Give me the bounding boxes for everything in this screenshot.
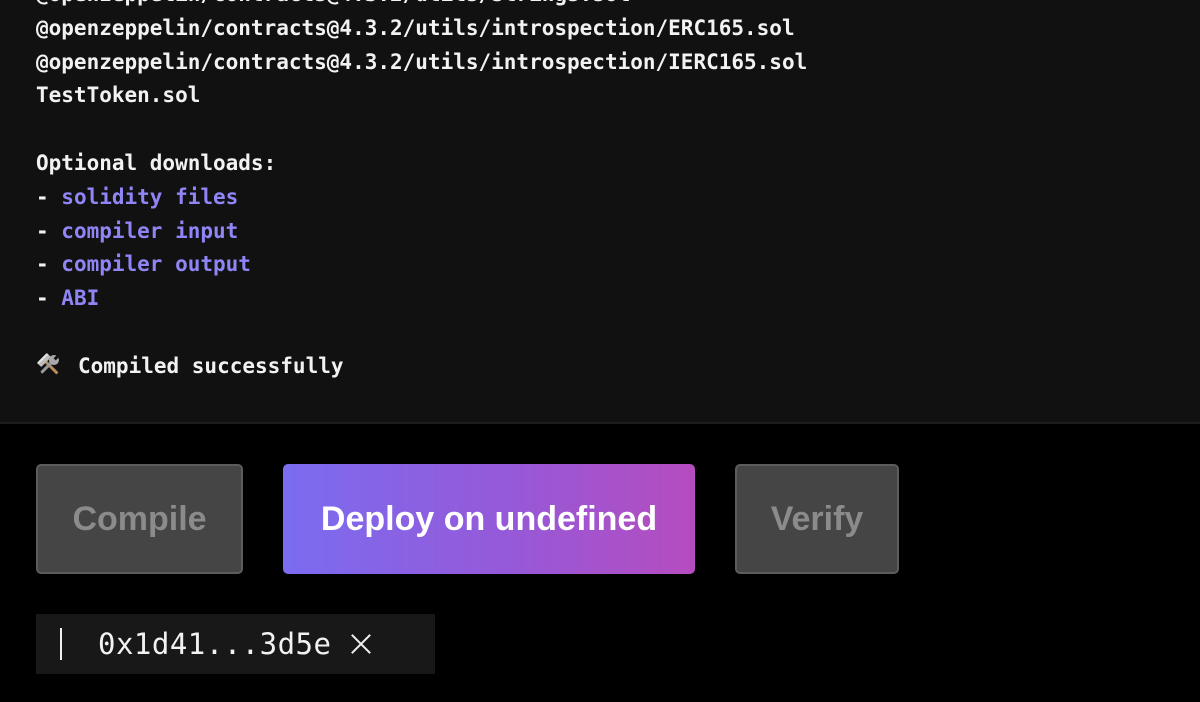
hammer-and-wrench-icon [36, 352, 62, 378]
verify-button[interactable]: Verify [735, 464, 899, 574]
list-bullet: - [36, 218, 62, 243]
download-item-compiler-output: - compiler output [36, 248, 807, 282]
console-output: @openzeppelin/contracts@4.3.2/utils/Stri… [0, 0, 1200, 424]
console-file-line: TestToken.sol [36, 83, 201, 108]
download-link-compiler-input[interactable]: compiler input [61, 219, 238, 243]
compile-status-line: Compiled successfully [36, 350, 807, 384]
deploy-button[interactable]: Deploy on undefined [283, 464, 695, 574]
list-bullet: - [36, 286, 62, 311]
compile-button[interactable]: Compile [36, 464, 243, 574]
download-link-solidity-files[interactable]: solidity files [61, 185, 238, 209]
download-item-solidity-files: - solidity files [36, 181, 807, 215]
console-file-line: @openzeppelin/contracts@4.3.2/utils/intr… [36, 49, 808, 74]
console-lines: @openzeppelin/contracts@4.3.2/utils/Stri… [36, 0, 807, 384]
deployed-address-chip: 0x1d41...3d5e [36, 614, 435, 674]
list-bullet: - [36, 184, 62, 209]
console-file-line: @openzeppelin/contracts@4.3.2/utils/intr… [36, 15, 795, 40]
download-link-compiler-output[interactable]: compiler output [61, 252, 251, 276]
downloads-heading: Optional downloads: [36, 150, 277, 175]
download-item-abi: - ABI [36, 282, 807, 316]
console-file-line: @openzeppelin/contracts@4.3.2/utils/Stri… [36, 0, 807, 12]
close-icon[interactable] [349, 632, 373, 656]
list-bullet: - [36, 252, 62, 277]
address-divider [60, 628, 62, 660]
contract-address[interactable]: 0x1d41...3d5e [98, 627, 331, 661]
compile-status-text: Compiled successfully [78, 353, 344, 378]
download-link-abi[interactable]: ABI [61, 286, 99, 310]
download-item-compiler-input: - compiler input [36, 215, 807, 249]
